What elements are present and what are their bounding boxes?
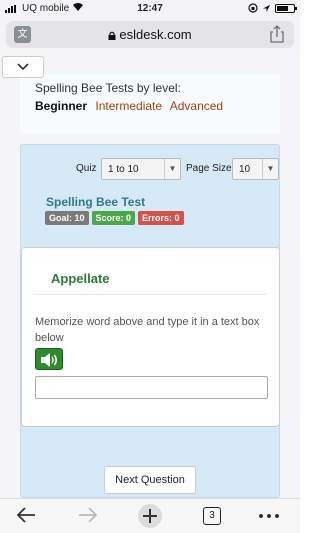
divider: [34, 294, 267, 295]
level-link-beginner[interactable]: Beginner: [35, 99, 87, 113]
location-icon: [262, 4, 271, 12]
page-size-label: Page Size: [186, 163, 232, 174]
plus-icon: [143, 509, 157, 523]
play-audio-button[interactable]: [35, 348, 63, 370]
browser-toolbar: 3: [0, 498, 300, 533]
back-button[interactable]: [14, 504, 38, 528]
chevron-down-icon: ▼: [262, 159, 278, 179]
chevron-down-icon: ▼: [164, 159, 180, 179]
page-content: Spelling Bee Tests by level: Beginner In…: [0, 52, 300, 498]
arrow-right-icon: [79, 507, 98, 523]
status-bar: UQ mobile 12:47: [0, 0, 300, 18]
word-card: Appellate Memorize word above and type i…: [21, 247, 280, 427]
goal-badge: Goal: 10: [45, 211, 89, 225]
chevron-down-icon: [17, 63, 29, 71]
battery-icon: [275, 3, 297, 13]
answer-input[interactable]: [35, 376, 268, 399]
instruction-text: Memorize word above and type it in a tex…: [35, 316, 260, 344]
quiz-range-select[interactable]: 1 to 10 ▼: [101, 158, 181, 180]
quiz-label: Quiz: [76, 163, 97, 174]
page-size-select[interactable]: 10 ▼: [232, 158, 279, 180]
new-tab-button[interactable]: [138, 504, 162, 528]
tab-count: 3: [203, 507, 221, 525]
page-domain: esldesk.com: [119, 27, 192, 42]
spelling-word: Appellate: [51, 271, 110, 286]
address-bar[interactable]: 文 esldesk.com: [6, 21, 294, 48]
quiz-title: Spelling Bee Test: [46, 195, 146, 209]
lock-icon: [108, 31, 116, 40]
more-menu-button[interactable]: [257, 504, 281, 528]
quiz-range-value: 1 to 10: [108, 164, 139, 175]
level-link-advanced[interactable]: Advanced: [170, 99, 223, 113]
browser-address-area: 文 esldesk.com: [0, 18, 300, 52]
level-caption: Spelling Bee Tests by level:: [35, 81, 181, 95]
page-size-value: 10: [239, 164, 251, 175]
tabs-button[interactable]: 3: [200, 504, 224, 528]
level-selector-panel: Spelling Bee Tests by level: Beginner In…: [20, 74, 280, 134]
arrow-left-icon: [16, 507, 35, 523]
more-icon: [259, 514, 279, 518]
share-icon[interactable]: [270, 25, 284, 43]
orientation-lock-icon: [248, 3, 258, 13]
quiz-panel: Quiz 1 to 10 ▼ Page Size 10 ▼ Spelling B…: [20, 144, 280, 498]
next-question-button[interactable]: Next Question: [104, 466, 196, 494]
score-badge: Score: 0: [91, 211, 136, 225]
forward-button[interactable]: [76, 504, 100, 528]
menu-toggle-button[interactable]: [2, 56, 44, 78]
level-link-intermediate[interactable]: Intermediate: [95, 99, 162, 113]
speaker-icon: [41, 353, 57, 367]
errors-badge: Errors: 0: [138, 211, 184, 225]
